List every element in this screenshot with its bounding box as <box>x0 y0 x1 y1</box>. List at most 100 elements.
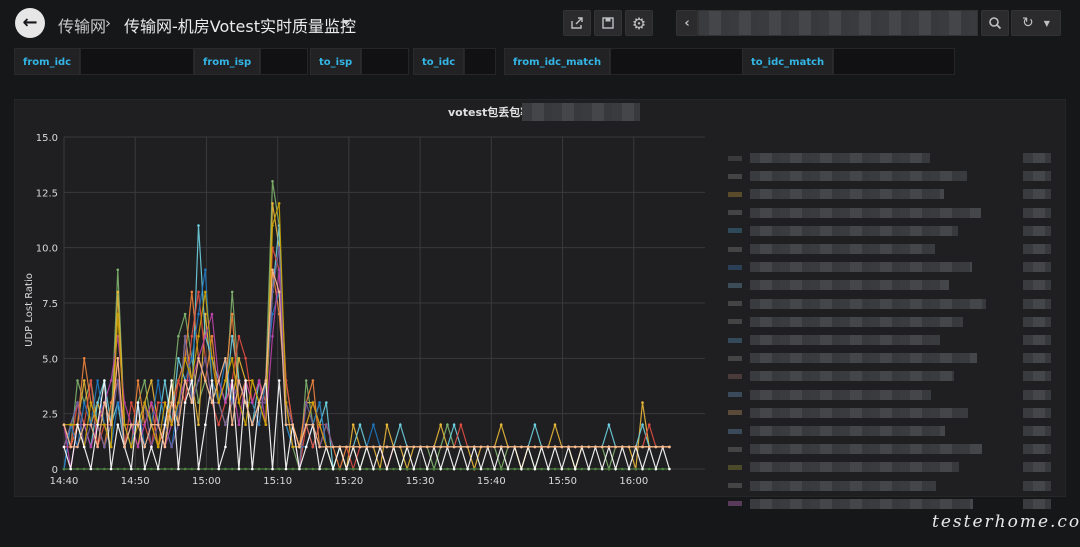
data-point <box>594 467 597 471</box>
series-line[interactable] <box>63 203 670 472</box>
data-point <box>385 467 389 471</box>
data-point <box>277 202 281 205</box>
data-point <box>177 467 180 471</box>
legend-item[interactable] <box>728 407 1051 419</box>
legend-swatch <box>728 337 742 343</box>
data-point <box>190 467 194 471</box>
series-line[interactable] <box>63 269 670 470</box>
data-point <box>277 379 281 382</box>
data-point <box>82 423 86 427</box>
data-point <box>136 423 140 427</box>
legend-item[interactable] <box>728 370 1051 382</box>
x-tick-label: 14:50 <box>121 476 150 487</box>
legend-text-obscured <box>750 298 986 309</box>
data-point <box>96 467 99 471</box>
data-point <box>372 467 375 471</box>
legend-item[interactable] <box>728 207 1051 219</box>
data-point <box>533 445 537 449</box>
data-point <box>76 401 79 404</box>
legend-item[interactable] <box>728 498 1051 510</box>
legend-item[interactable] <box>728 443 1051 455</box>
data-point <box>116 312 120 316</box>
data-point <box>177 423 180 427</box>
data-point <box>553 423 557 427</box>
data-point <box>325 423 328 427</box>
data-point <box>466 445 469 449</box>
data-point <box>130 467 133 471</box>
data-point <box>499 467 503 471</box>
data-point <box>190 290 194 294</box>
data-point <box>547 445 550 449</box>
legend-value-obscured <box>1023 498 1051 509</box>
legend-item[interactable] <box>728 261 1051 273</box>
data-point <box>210 312 214 316</box>
data-point <box>351 467 355 471</box>
series-line[interactable] <box>64 203 670 449</box>
series-line[interactable] <box>63 269 670 472</box>
legend-item[interactable] <box>728 152 1051 164</box>
data-point <box>76 379 79 382</box>
legend-item[interactable] <box>728 170 1051 182</box>
legend-text-obscured <box>750 335 940 345</box>
legend-item[interactable] <box>728 389 1051 401</box>
legend-value-obscured <box>1023 153 1051 163</box>
legend-item[interactable] <box>728 480 1051 492</box>
legend-item[interactable] <box>728 461 1051 473</box>
data-point <box>82 445 86 449</box>
legend-swatch <box>728 319 742 325</box>
data-point <box>318 467 321 471</box>
data-point <box>298 467 301 471</box>
data-point <box>378 445 382 449</box>
data-point <box>224 401 227 404</box>
data-point <box>76 445 79 449</box>
data-point <box>607 423 611 427</box>
legend-item[interactable] <box>728 425 1051 437</box>
legend-text-obscured <box>750 407 968 418</box>
data-point <box>230 290 234 294</box>
legend-value-obscured <box>1023 444 1051 455</box>
legend-item[interactable] <box>728 243 1051 255</box>
data-point <box>197 379 200 382</box>
legend-item[interactable] <box>728 298 1051 310</box>
data-point <box>641 445 644 449</box>
data-point <box>143 445 146 449</box>
data-point <box>204 334 207 338</box>
legend-item[interactable] <box>728 188 1051 200</box>
series-line[interactable] <box>63 269 670 470</box>
legend-swatch <box>728 228 742 234</box>
data-point <box>103 379 106 382</box>
data-point <box>170 445 173 449</box>
legend-item[interactable] <box>728 225 1051 237</box>
legend-text-obscured <box>750 225 958 236</box>
legend-value-obscured <box>1023 407 1051 418</box>
data-point <box>89 379 93 382</box>
data-point <box>493 467 496 471</box>
legend-item[interactable] <box>728 352 1051 364</box>
data-point <box>251 379 254 382</box>
x-tick-label: 15:10 <box>263 476 292 487</box>
data-point <box>230 467 234 471</box>
data-point <box>432 445 436 449</box>
data-point <box>177 334 180 338</box>
legend-item[interactable] <box>728 334 1051 346</box>
data-point <box>230 379 234 382</box>
series-line[interactable] <box>63 225 670 470</box>
data-point <box>479 467 483 471</box>
data-point <box>96 401 99 404</box>
data-point <box>338 467 342 471</box>
data-point <box>311 401 315 404</box>
data-point <box>89 445 93 449</box>
data-point <box>399 423 402 427</box>
data-point <box>452 423 456 427</box>
data-point <box>405 445 409 449</box>
y-tick-label: 7.5 <box>42 299 58 310</box>
data-point <box>183 467 187 471</box>
data-point <box>311 423 315 427</box>
legend-item[interactable] <box>728 316 1051 328</box>
data-point <box>163 401 167 404</box>
legend-item[interactable] <box>728 279 1051 291</box>
data-point <box>486 445 490 449</box>
data-point <box>163 379 167 382</box>
legend-swatch <box>728 264 742 270</box>
data-point <box>123 467 126 471</box>
